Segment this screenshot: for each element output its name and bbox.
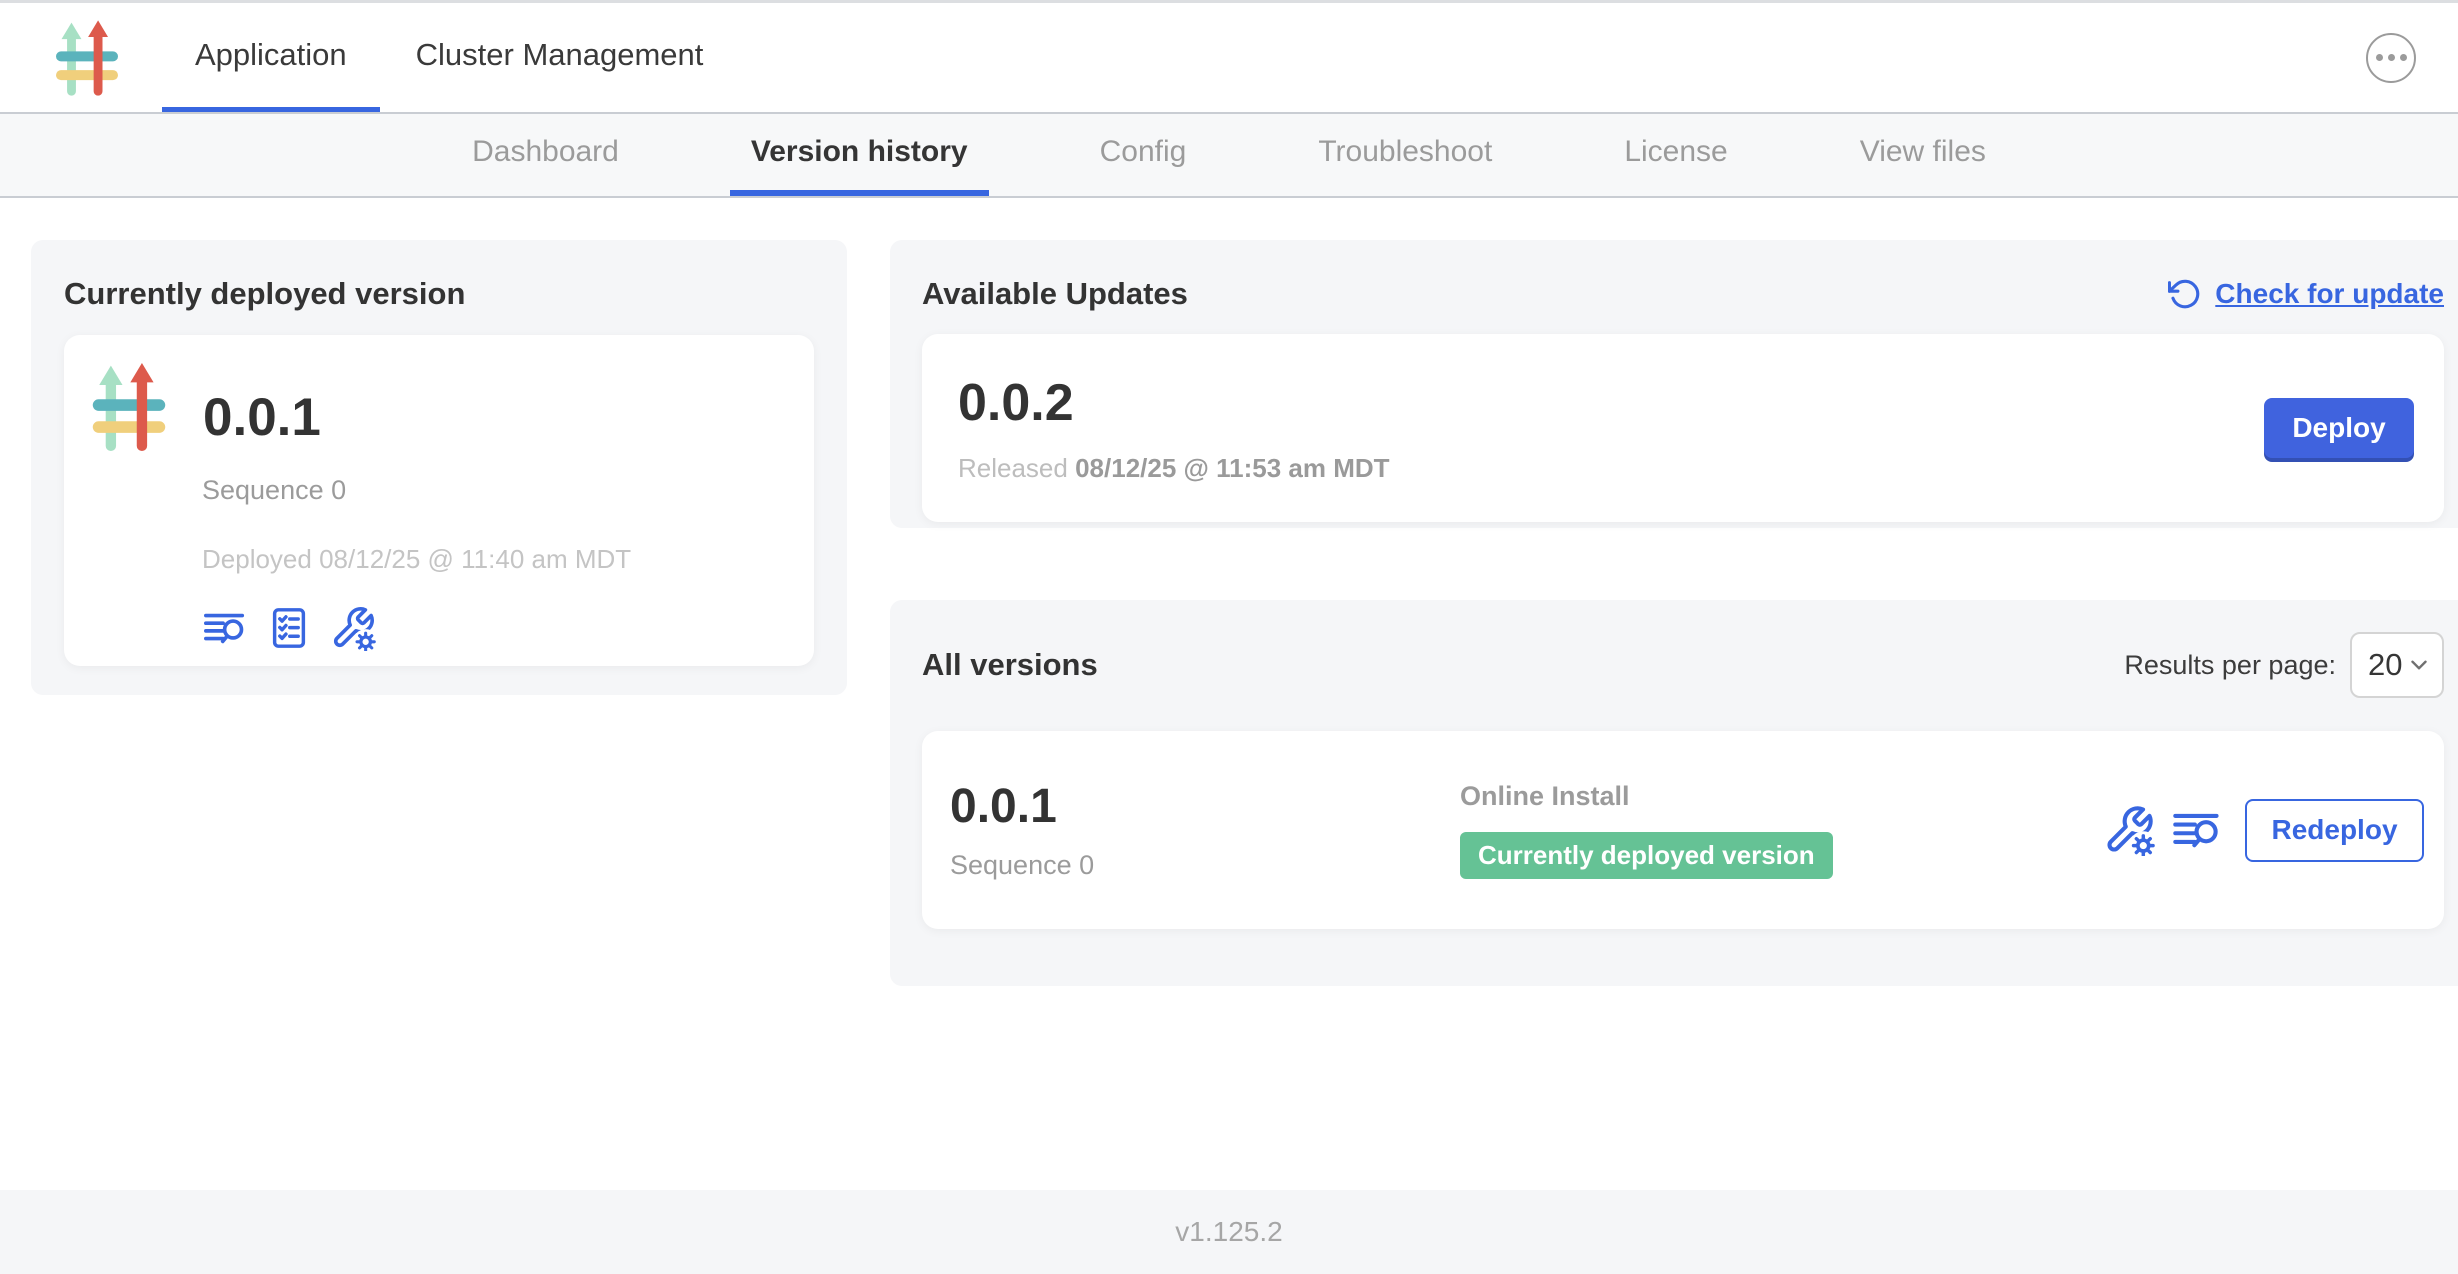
version-row: 0.0.1 Sequence 0 Online Install Currentl… [922,731,2444,929]
row-actions: Redeploy [2103,799,2424,862]
ellipsis-icon [2376,54,2383,61]
subtab-version-history[interactable]: Version history [730,114,989,196]
subtab-dashboard-label: Dashboard [472,135,619,169]
app-logo-arrows-icon [92,363,166,451]
subtab-troubleshoot[interactable]: Troubleshoot [1297,114,1513,196]
versions-card-title: All versions [922,647,1098,683]
subtab-version-history-label: Version history [751,135,968,169]
edit-config-button[interactable] [330,605,376,651]
row-version-number: 0.0.1 [950,779,1460,834]
row-install-type: Online Install [1460,781,1833,812]
subtab-troubleshoot-label: Troubleshoot [1318,135,1492,169]
currently-deployed-badge: Currently deployed version [1460,832,1833,879]
wrench-gear-icon [330,605,376,651]
subtab-config-label: Config [1100,135,1187,169]
redeploy-button[interactable]: Redeploy [2245,799,2424,862]
update-released-timestamp: Released 08/12/25 @ 11:53 am MDT [958,453,1390,484]
logs-icon [202,605,248,651]
subtab-view-files[interactable]: View files [1839,114,2007,196]
app-window: Application Cluster Management Dashboard… [0,0,2458,1274]
chevron-down-icon [2406,652,2432,678]
all-versions-card: All versions Results per page: 20 0.0.1 … [890,600,2458,986]
primary-nav: Application Cluster Management [162,3,739,112]
deployed-timestamp: Deployed 08/12/25 @ 11:40 am MDT [202,544,786,575]
logs-icon [2171,804,2223,856]
version-logs-button[interactable] [202,605,248,651]
content-area: Currently deployed version 0.0.1 [0,198,2458,1190]
currently-deployed-card: Currently deployed version 0.0.1 [31,240,847,695]
deployed-actions [202,605,786,651]
deploy-button[interactable]: Deploy [2264,398,2414,458]
tab-cluster-management-label: Cluster Management [416,37,704,73]
check-for-update-link[interactable]: Check for update [2168,277,2444,311]
console-version: v1.125.2 [1175,1216,1282,1248]
preflight-checks-button[interactable] [266,605,312,651]
results-per-page-select[interactable]: 20 [2350,632,2444,698]
edit-config-button[interactable] [2103,804,2155,856]
rotate-ccw-icon [2168,277,2202,311]
results-per-page: Results per page: 20 [2124,632,2444,698]
secondary-nav: Dashboard Version history Config Trouble… [0,112,2458,198]
row-sequence: Sequence 0 [950,850,1460,881]
tab-application-label: Application [195,37,347,73]
deployed-version-panel: 0.0.1 Sequence 0 Deployed 08/12/25 @ 11:… [64,335,814,666]
preflight-checklist-icon [266,605,312,651]
subtab-license[interactable]: License [1603,114,1748,196]
version-logs-button[interactable] [2171,804,2223,856]
deployed-version-number: 0.0.1 [203,387,321,448]
overflow-menu-button[interactable] [2366,33,2416,83]
app-logo-arrows-icon [56,19,118,97]
deployed-sequence: Sequence 0 [202,475,786,506]
wrench-gear-icon [2103,804,2155,856]
subtab-license-label: License [1624,135,1727,169]
results-per-page-label: Results per page: [2124,650,2336,681]
update-version-number: 0.0.2 [958,373,1390,433]
subtab-view-files-label: View files [1860,135,1986,169]
available-updates-card: Available Updates Check for update 0.0.2… [890,240,2458,528]
tab-application[interactable]: Application [162,3,380,112]
updates-card-title: Available Updates [922,276,1188,312]
app-footer: v1.125.2 [0,1190,2458,1274]
subtab-config[interactable]: Config [1079,114,1208,196]
available-update-row: 0.0.2 Released 08/12/25 @ 11:53 am MDT D… [922,334,2444,522]
tab-cluster-management[interactable]: Cluster Management [383,3,737,112]
deployed-card-title: Currently deployed version [64,276,814,312]
subtab-dashboard[interactable]: Dashboard [451,114,640,196]
main-header: Application Cluster Management [0,3,2458,112]
